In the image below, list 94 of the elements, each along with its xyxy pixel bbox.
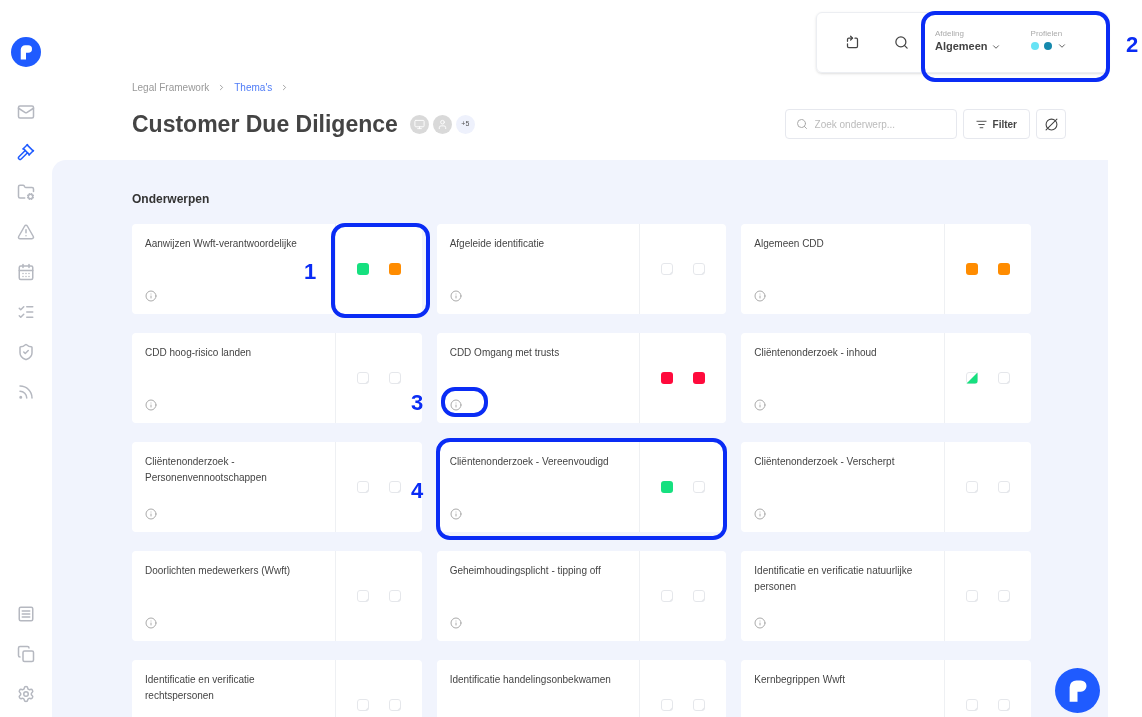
info-icon[interactable] — [449, 399, 462, 411]
topic-title: Aanwijzen Wwft-verantwoordelijke — [145, 237, 298, 251]
empty-status-square — [693, 699, 706, 711]
topic-title: Cliëntenonderzoek - inhoud — [754, 346, 878, 360]
topic-card[interactable]: Algemeen CDD — [741, 224, 1031, 314]
filter-button[interactable]: Filter — [962, 109, 1030, 139]
mail-icon[interactable] — [17, 103, 35, 121]
topic-card[interactable]: Doorlichten medewerkers (Wwft) — [132, 551, 422, 641]
folder-icon[interactable] — [17, 183, 35, 201]
topic-card[interactable]: Afgeleide identificatie — [436, 224, 727, 314]
empty-status-square — [966, 481, 978, 493]
info-icon[interactable] — [145, 290, 157, 302]
topic-title: CDD hoog-risico landen — [145, 346, 253, 360]
calendar-icon[interactable] — [17, 263, 35, 281]
chat-button[interactable] — [1055, 668, 1100, 713]
annotation-number: 2 — [1126, 34, 1139, 56]
info-icon[interactable] — [449, 617, 462, 629]
empty-status-square — [388, 590, 401, 602]
empty-status-square — [388, 699, 401, 711]
annotation-number: 3 — [411, 392, 424, 414]
topic-title: Doorlichten medewerkers (Wwft) — [145, 564, 292, 578]
settings-icon[interactable] — [17, 685, 35, 703]
empty-status-square — [998, 590, 1010, 602]
info-icon[interactable] — [754, 399, 767, 411]
shield-icon[interactable] — [17, 343, 35, 361]
empty-status-square — [998, 372, 1010, 384]
topic-title: CDD Omgang met trusts — [449, 346, 561, 360]
info-icon[interactable] — [449, 290, 462, 302]
slashed-circle-icon — [1044, 117, 1058, 131]
info-icon[interactable] — [754, 508, 767, 520]
search-field[interactable]: Zoek onderwerp... — [784, 109, 957, 139]
empty-status-square — [661, 263, 674, 275]
empty-status-square — [693, 263, 706, 275]
empty-status-square — [661, 590, 674, 602]
topic-card[interactable]: Cliëntenonderzoek - inhoud — [741, 333, 1031, 423]
topic-title: Geheimhoudingsplicht - tipping off — [449, 564, 602, 578]
group-avatar[interactable] — [409, 114, 429, 134]
copy-icon[interactable] — [17, 645, 35, 663]
topic-card[interactable]: Cliëntenonderzoek - Verscherpt — [741, 442, 1031, 532]
topic-title: Cliëntenonderzoek - Vereenvoudigd — [449, 455, 610, 469]
empty-status-square — [693, 590, 706, 602]
empty-status-square — [356, 590, 369, 602]
document-icon[interactable] — [17, 605, 35, 623]
empty-status-square — [388, 481, 401, 493]
person-icon — [436, 118, 448, 130]
checklist-icon[interactable] — [17, 303, 35, 321]
filter-icon — [975, 118, 987, 130]
empty-status-square — [966, 590, 978, 602]
empty-status-square — [356, 699, 369, 711]
topic-title: Identificatie handelingsonbekwamen — [449, 673, 612, 687]
info-icon[interactable] — [754, 617, 767, 629]
annotation-number: 4 — [411, 480, 424, 502]
hide-button[interactable] — [1036, 109, 1066, 139]
topic-title: Cliëntenonderzoek - Verscherpt — [754, 455, 896, 469]
info-icon[interactable] — [754, 290, 767, 302]
breadcrumb-link[interactable]: Thema's — [234, 80, 273, 95]
user-avatar[interactable] — [432, 114, 452, 134]
department-dropdown[interactable]: Afdeling Algemeen — [935, 30, 1001, 55]
gavel-icon[interactable] — [17, 143, 35, 161]
info-icon[interactable] — [145, 399, 157, 411]
topic-card[interactable]: Geheimhoudingsplicht - tipping off — [436, 551, 727, 641]
topic-title: Identificatie en verificatie rechtspersonen — [145, 673, 256, 703]
empty-status-square — [693, 481, 706, 493]
search-icon — [795, 118, 808, 130]
empty-status-square — [966, 699, 978, 711]
topic-title: Identificatie en verificatie natuurlijke personen — [754, 564, 914, 594]
empty-status-square — [998, 699, 1010, 711]
info-icon[interactable] — [145, 617, 157, 629]
topic-card[interactable]: CDD Omgang met trusts — [436, 333, 727, 423]
topic-card[interactable]: Identificatie en verificatie natuurlijke personen — [741, 551, 1031, 641]
empty-status-square — [661, 699, 674, 711]
annotation-number: 1 — [304, 261, 317, 283]
feed-icon[interactable] — [17, 383, 35, 401]
topic-title: Algemeen CDD — [754, 237, 825, 251]
search-icon[interactable] — [894, 35, 909, 50]
topic-card[interactable]: Kernbegrippen Wwft — [741, 660, 1031, 717]
topic-title: Afgeleide identificatie — [449, 237, 546, 251]
warning-icon[interactable] — [17, 223, 35, 241]
topic-card[interactable]: Identificatie handelingsonbekwamen — [436, 660, 727, 717]
empty-status-square — [356, 372, 369, 384]
empty-status-square — [356, 481, 369, 493]
empty-status-square — [388, 372, 401, 384]
empty-status-square — [998, 481, 1010, 493]
topic-card[interactable]: Identificatie en verificatie rechtspersonen — [132, 660, 422, 717]
topic-title: Kernbegrippen Wwft — [754, 673, 846, 687]
section-title: Onderwerpen — [132, 191, 211, 208]
page-title: Customer Due Diligence — [132, 112, 398, 136]
screen-icon — [413, 118, 425, 130]
annotation-outline — [441, 387, 488, 417]
refresh-icon[interactable] — [845, 35, 860, 50]
info-icon[interactable] — [449, 508, 462, 520]
topic-title: Cliëntenonderzoek - Personenvennootschappen — [145, 455, 268, 485]
app-logo[interactable] — [11, 37, 41, 67]
info-icon[interactable] — [145, 508, 157, 520]
